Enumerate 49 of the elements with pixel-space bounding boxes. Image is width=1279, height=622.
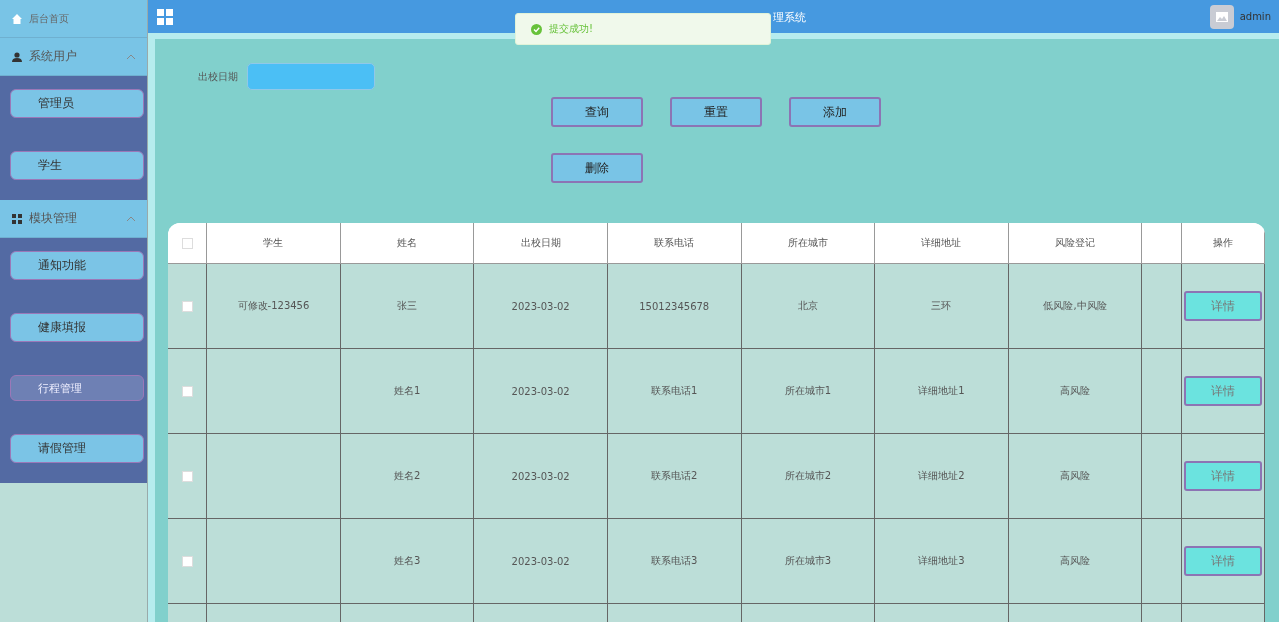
table-cell: 所在城市3: [741, 518, 875, 604]
menu-item[interactable]: 请假管理: [10, 434, 144, 463]
success-toast: 提交成功!: [515, 13, 771, 45]
table-cell: 姓名1: [340, 348, 474, 434]
menu-item[interactable]: 通知功能: [10, 251, 144, 280]
app-title: 理系统: [773, 10, 806, 25]
table-cell: 三环: [874, 263, 1009, 349]
table-header-cell: 出校日期: [473, 223, 608, 264]
table-cell: 联系电话2: [607, 433, 742, 519]
menu-item[interactable]: 学生: [10, 151, 144, 180]
table-cell: 所在城市1: [741, 348, 875, 434]
table-cell: 北京: [741, 263, 875, 349]
table-cell: 高风险: [1008, 518, 1142, 604]
table-header-cell: 联系电话: [607, 223, 742, 264]
table-cell: 详细地址3: [874, 518, 1009, 604]
table-cell: 详细地址2: [874, 433, 1009, 519]
action-button[interactable]: 添加: [789, 97, 881, 127]
table-cell: 联系电话1: [607, 348, 742, 434]
menu-group-header[interactable]: 系统用户: [0, 38, 147, 76]
table-cell: 高风险: [1008, 348, 1142, 434]
table-header-cell: 学生: [206, 223, 341, 264]
menu-item[interactable]: 行程管理: [10, 375, 144, 401]
menu-item[interactable]: 管理员: [10, 89, 144, 118]
table-cell: 低风险,中风险: [1008, 263, 1142, 349]
table-cell: 2023-03-02: [473, 348, 608, 434]
table-header-cell: 姓名: [340, 223, 474, 264]
table-cell: 2023-03-02: [473, 433, 608, 519]
action-button[interactable]: 查询: [551, 97, 643, 127]
table-cell: 可修改-123456: [206, 263, 341, 349]
table-cell: 姓名3: [340, 518, 474, 604]
table-cell: 2023-03-02: [473, 518, 608, 604]
table-header-cell: 详细地址: [874, 223, 1009, 264]
table-cell: 所在城市2: [741, 433, 875, 519]
table-cell: 姓名2: [340, 433, 474, 519]
table-cell: 联系电话3: [607, 518, 742, 604]
user-name: admin: [1239, 11, 1271, 22]
table-cell: 15012345678: [607, 263, 742, 349]
table-cell: 高风险: [1008, 433, 1142, 519]
table-header-cell: 风险登记: [1008, 223, 1142, 264]
menu-item[interactable]: 健康填报: [10, 313, 144, 342]
table-cell: 2023-03-02: [473, 263, 608, 349]
action-button[interactable]: 删除: [551, 153, 643, 183]
action-button[interactable]: 重置: [670, 97, 762, 127]
field-label: 出校日期: [198, 69, 238, 84]
table-header-cell: 操作: [1181, 223, 1265, 264]
table-header-cell: 所在城市: [741, 223, 875, 264]
menu-group-header[interactable]: 模块管理: [0, 200, 147, 238]
table-cell: 张三: [340, 263, 474, 349]
table-cell: 详细地址1: [874, 348, 1009, 434]
